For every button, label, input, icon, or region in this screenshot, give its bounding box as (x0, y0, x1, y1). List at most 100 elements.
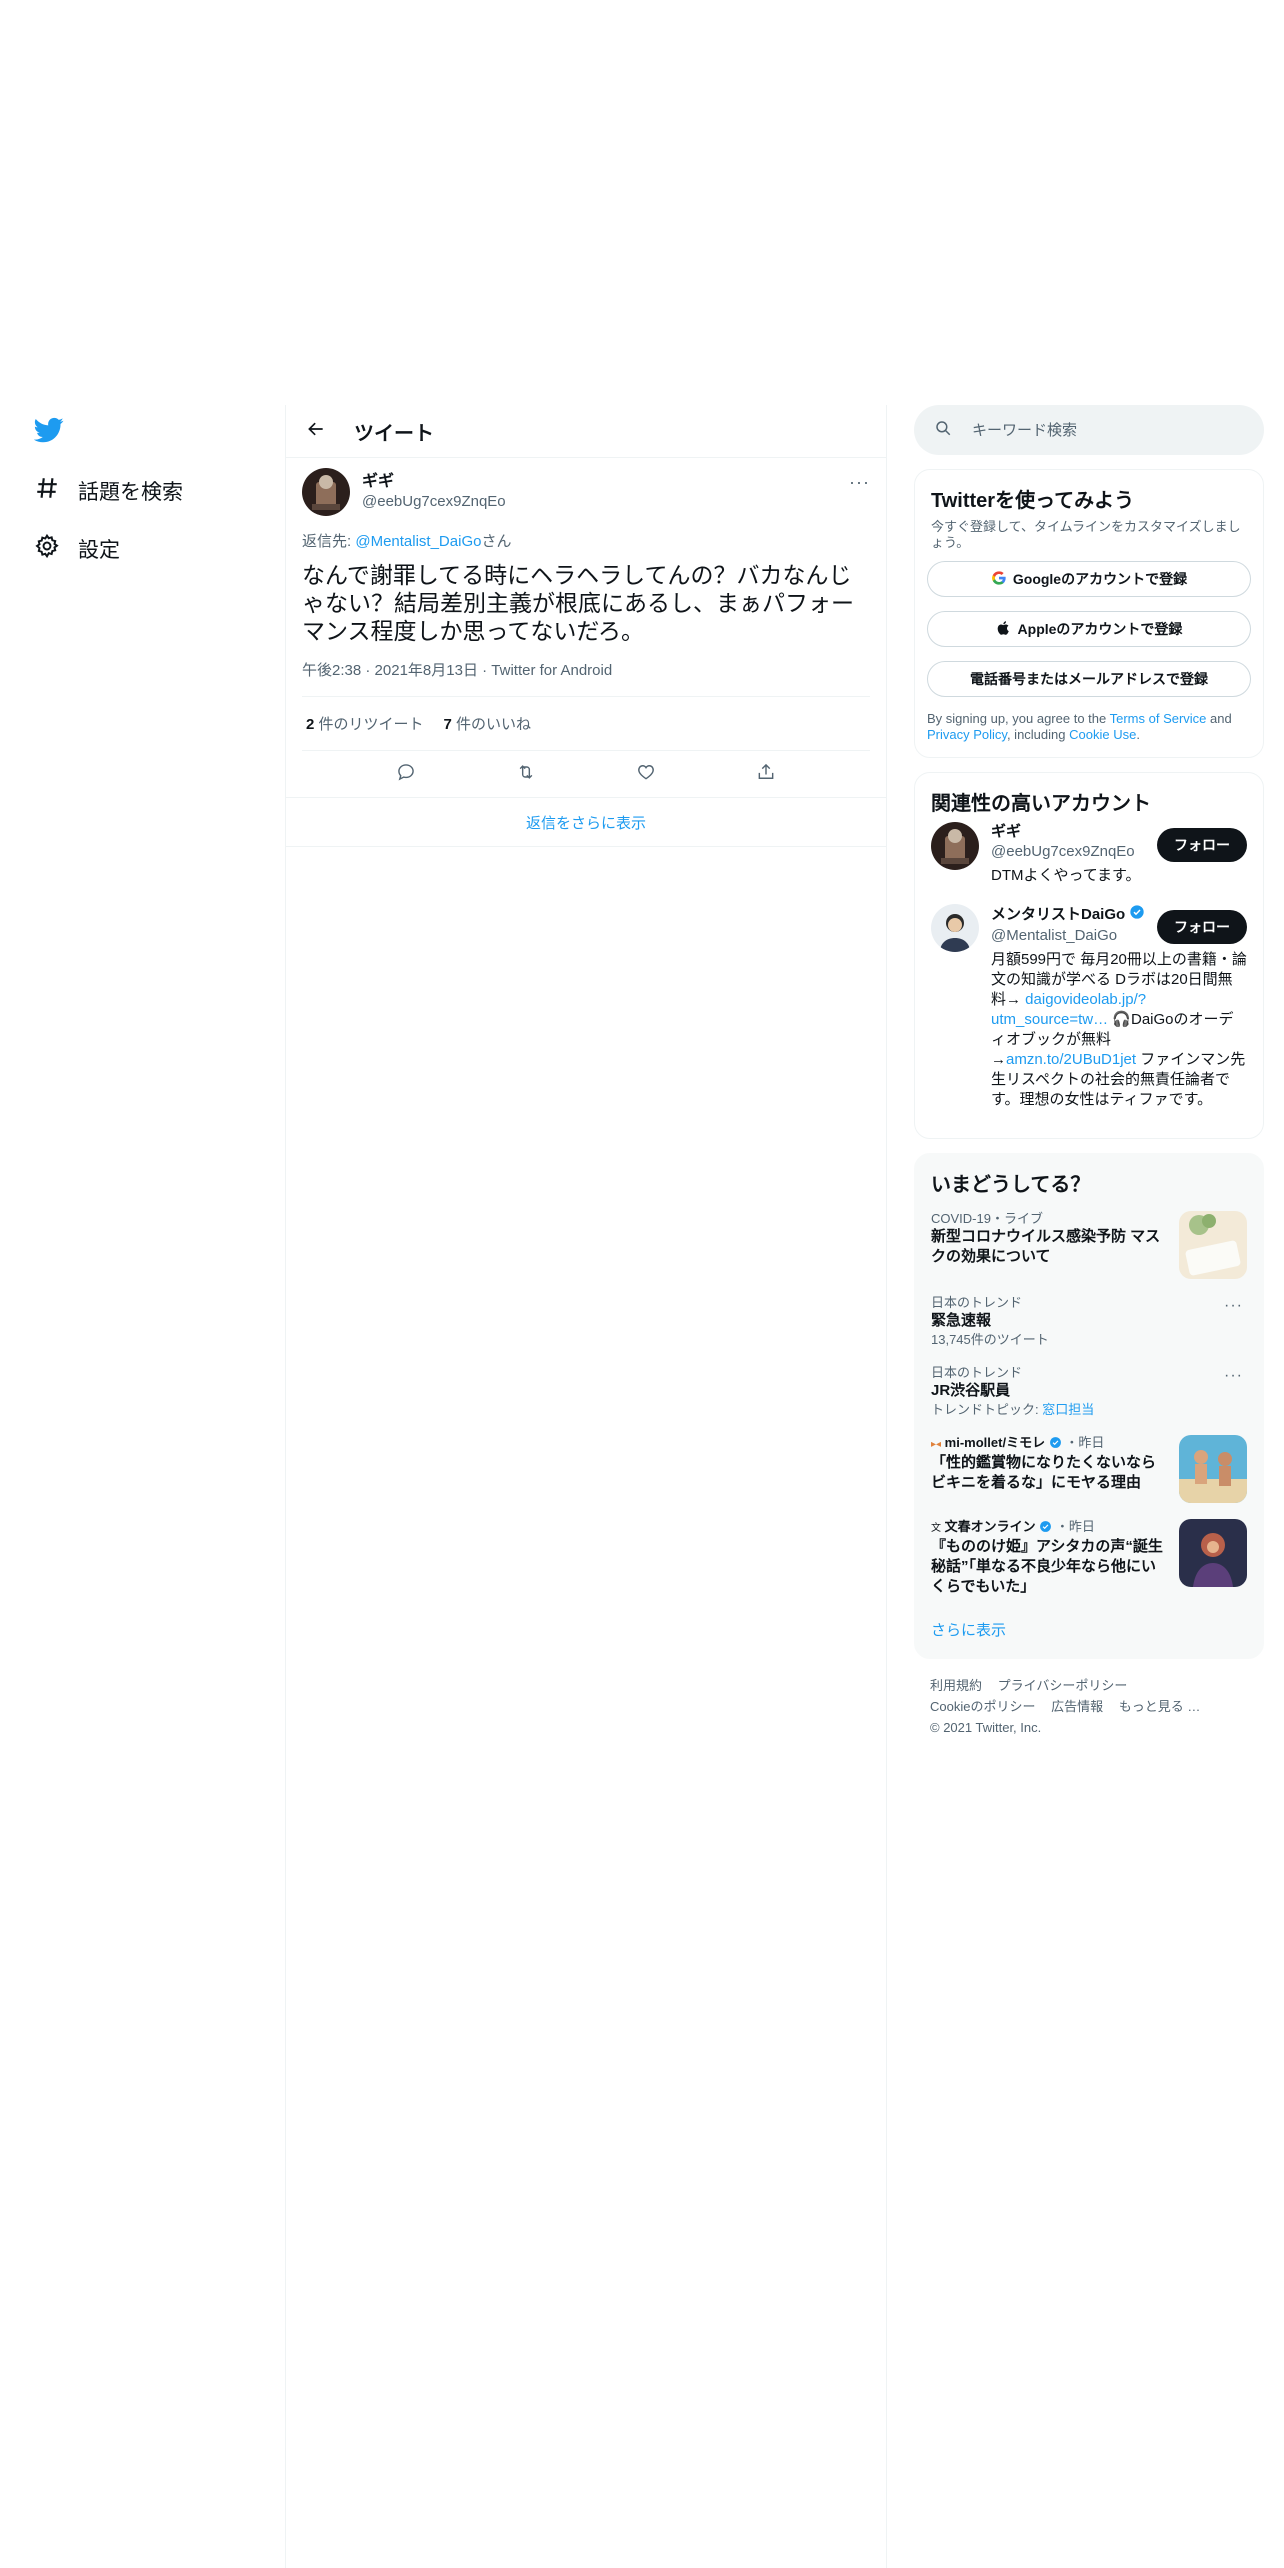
tweet: ギギ @eebUg7cex9ZnqEo ··· 返信先: @Mentalist_… (286, 458, 886, 751)
main-header: ツイート (286, 405, 886, 458)
trend-thumbnail (1179, 1211, 1247, 1279)
avatar[interactable] (931, 904, 979, 952)
avatar[interactable] (302, 468, 350, 516)
cookie-use-link[interactable]: Cookie Use (1069, 727, 1136, 742)
verified-badge-icon (1039, 1519, 1052, 1534)
search-icon (934, 419, 952, 442)
apple-signup-button[interactable]: Appleのアカウントで登録 (927, 611, 1251, 647)
nav-explore-label: 話題を検索 (78, 481, 183, 504)
author-handle[interactable]: @eebUg7cex9ZnqEo (362, 492, 506, 512)
account-name: メンタリストDaiGo (991, 906, 1126, 923)
retweet-label: 件のリツイート (314, 716, 424, 733)
trend-tweet-count: 13,745件のツイート (931, 1332, 1049, 1347)
terms-text-3: , including (1006, 727, 1070, 742)
tweet-date[interactable]: 2021年8月13日 (375, 662, 478, 679)
follow-button[interactable]: フォロー (1157, 828, 1247, 862)
related-accounts-card: 関連性の高いアカウント ギギ @eebUg7cex9ZnqEo DTMよくやって… (914, 772, 1264, 1139)
like-count-link[interactable]: 7 件のいいね (444, 713, 532, 734)
trend-item[interactable]: 日本のトレンド JR渋谷駅員 トレンドトピック: 窓口担当 ··· (931, 1357, 1247, 1427)
retweet-count-link[interactable]: 2 件のリツイート (306, 713, 424, 734)
trend-item[interactable]: ▸◂ mi-mollet/ミモレ ・昨日 「性的鑑賞物になりたくないならビキニを… (931, 1427, 1247, 1511)
show-more-replies-link[interactable]: 返信をさらに表示 (286, 797, 886, 847)
trends-show-more-link[interactable]: さらに表示 (931, 1619, 1247, 1640)
trend-item[interactable]: 日本のトレンド 緊急速報 13,745件のツイート ··· (931, 1287, 1247, 1357)
nav-settings[interactable]: 設定 (34, 533, 120, 565)
terms-text-1: By signing up, you agree to the (927, 711, 1110, 726)
trend-title: JR渋谷駅員 (931, 1382, 1011, 1399)
trend-item[interactable]: 文 文春オンライン ・昨日 『もののけ姫』アシタカの声“誕生秘話”「単なる不良少… (931, 1511, 1247, 1605)
search-bar[interactable] (914, 405, 1264, 455)
share-icon (756, 762, 776, 787)
avatar[interactable] (931, 822, 979, 870)
verified-badge-icon (1049, 1435, 1062, 1450)
trend-item[interactable]: COVID-19・ライブ 新型コロナウイルス感染予防 マスクの効果について (931, 1203, 1247, 1287)
verified-badge-icon (1129, 904, 1145, 926)
google-signup-label: Googleのアカウントで登録 (1012, 571, 1188, 587)
nav-settings-label: 設定 (78, 539, 120, 562)
trend-topic-prefix: トレンドトピック: (931, 1402, 1043, 1417)
twitter-logo-icon[interactable] (33, 415, 64, 445)
gear-icon (34, 533, 60, 565)
account-bio: DTMよくやってます。 (991, 867, 1141, 884)
account-bio: 月額599円で 毎月20冊以上の書籍・論文の知識が学べる Dラボは20日間無料→… (991, 950, 1247, 1110)
page-title: ツイート (354, 422, 434, 445)
trend-thumbnail (1179, 1435, 1247, 1503)
related-accounts-title: 関連性の高いアカウント (931, 793, 1151, 815)
trend-title: 「性的鑑賞物になりたくないならビキニを着るな」にモヤる理由 (931, 1454, 1157, 1491)
signup-title: Twitterを使ってみよう (931, 490, 1135, 512)
trend-context: 日本のトレンド (931, 1365, 1023, 1380)
tweet-meta: 午後2:38 · 2021年8月13日 · Twitter for Androi… (302, 659, 870, 697)
trend-thumbnail (1179, 1519, 1247, 1587)
author-display-name[interactable]: ギギ (362, 472, 506, 492)
google-signup-button[interactable]: Googleのアカウントで登録 (927, 561, 1251, 597)
account-item[interactable]: ギギ @eebUg7cex9ZnqEo DTMよくやってます。 フォロー (931, 822, 1247, 886)
trend-title: 『もののけ姫』アシタカの声“誕生秘話”「単なる不良少年なら他にいくらでもいた」 (931, 1538, 1163, 1595)
reply-to-line: 返信先: @Mentalist_DaiGoさん (302, 530, 870, 551)
more-options-icon[interactable]: ··· (1224, 1297, 1243, 1315)
signup-subtitle: 今すぐ登録して、タイムラインをカスタマイズしましょう。 (931, 519, 1241, 550)
follow-button[interactable]: フォロー (1157, 910, 1247, 944)
tweet-source[interactable]: Twitter for Android (491, 662, 612, 679)
trend-topic-link[interactable]: 窓口担当 (1042, 1402, 1094, 1417)
tweet-author[interactable]: ギギ @eebUg7cex9ZnqEo (302, 468, 870, 516)
trend-time: ・昨日 (1055, 1519, 1095, 1534)
trends-title: いまどうしてる？ (931, 1174, 1091, 1196)
like-count: 7 (443, 716, 452, 733)
more-options-icon[interactable]: ··· (1224, 1367, 1243, 1385)
footer-cookie-link[interactable]: Cookieのポリシー (930, 1699, 1035, 1714)
footer-terms-link[interactable]: 利用規約 (930, 1678, 982, 1693)
sidebar-footer: 利用規約 プライバシーポリシー Cookieのポリシー 広告情報 もっと見る …… (930, 1675, 1248, 1738)
privacy-policy-link[interactable]: Privacy Policy (927, 727, 1007, 742)
trend-source-row: 文 文春オンライン ・昨日 (931, 1519, 1169, 1537)
trend-source-row: ▸◂ mi-mollet/ミモレ ・昨日 (931, 1435, 1169, 1453)
search-input[interactable] (970, 420, 1234, 440)
tweet-time[interactable]: 午後2:38 (302, 662, 361, 679)
trends-card: いまどうしてる？ COVID-19・ライブ 新型コロナウイルス感染予防 マスクの… (914, 1153, 1264, 1659)
retweet-button[interactable] (508, 756, 544, 792)
bio-link-amzn[interactable]: amzn.to/2UBuD1jet (1006, 1051, 1136, 1068)
main-column: ツイート ギギ @eebUg7cex9ZnqEo ··· 返信先: @Menta… (285, 405, 887, 2568)
trend-source: mi-mollet/ミモレ (944, 1435, 1046, 1450)
arrow-left-icon (306, 419, 326, 444)
heart-icon (636, 762, 656, 787)
bunshun-logo-icon: 文 (931, 1523, 941, 1534)
more-options-icon[interactable]: ··· (849, 472, 870, 493)
tweet-stats: 2 件のリツイート 7 件のいいね (302, 697, 870, 751)
nav-explore[interactable]: 話題を検索 (34, 475, 183, 507)
like-label: 件のいいね (451, 716, 532, 733)
footer-ads-link[interactable]: 広告情報 (1051, 1699, 1103, 1714)
account-item[interactable]: メンタリストDaiGo @Mentalist_DaiGo 月額599円で 毎月2… (931, 904, 1247, 1110)
reply-button[interactable] (388, 756, 424, 792)
back-button[interactable] (296, 411, 336, 451)
phone-email-signup-button[interactable]: 電話番号またはメールアドレスで登録 (927, 661, 1251, 697)
terms-of-service-link[interactable]: Terms of Service (1110, 711, 1207, 726)
footer-more-link[interactable]: もっと見る … (1119, 1699, 1201, 1714)
trend-context: COVID-19・ライブ (931, 1211, 1043, 1226)
footer-privacy-link[interactable]: プライバシーポリシー (998, 1678, 1128, 1693)
trend-source: 文春オンライン (944, 1519, 1036, 1534)
share-button[interactable] (748, 756, 784, 792)
reply-to-mention[interactable]: @Mentalist_DaiGo (355, 533, 481, 550)
signup-terms: By signing up, you agree to the Terms of… (927, 711, 1251, 743)
retweet-icon (516, 762, 536, 787)
like-button[interactable] (628, 756, 664, 792)
